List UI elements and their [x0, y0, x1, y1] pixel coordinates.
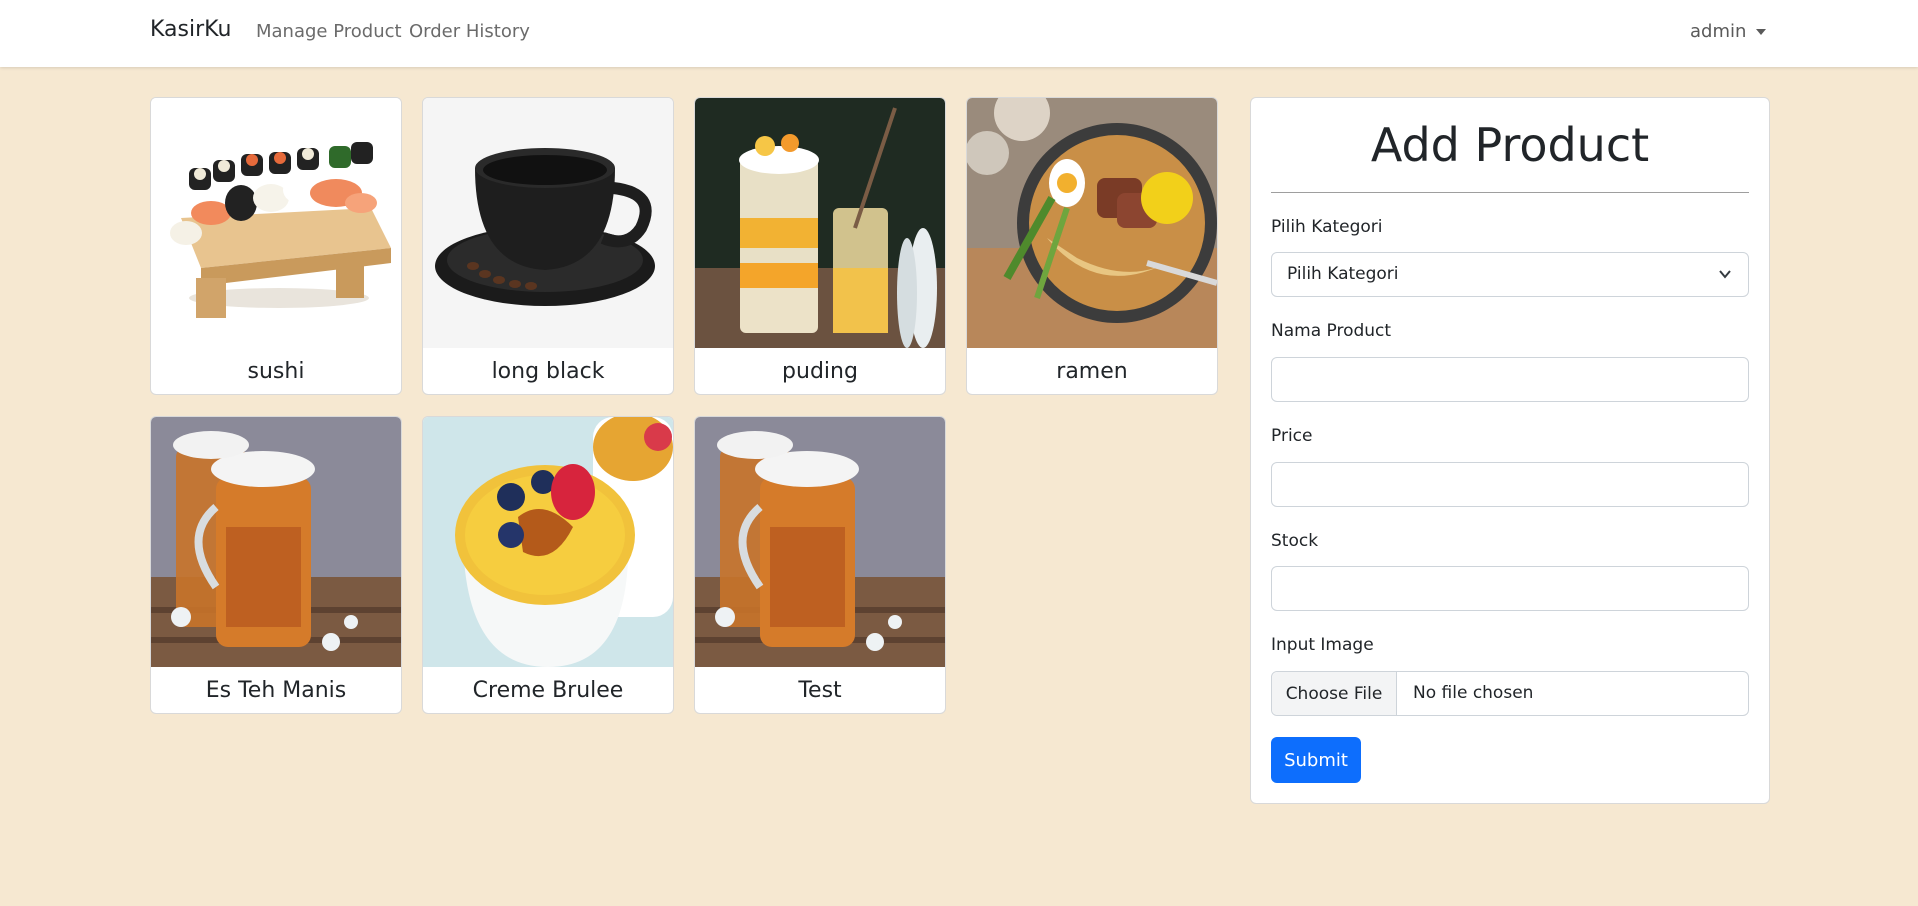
product-name-input[interactable]	[1271, 357, 1749, 402]
ramen-image	[967, 98, 1217, 348]
sushi-image	[151, 98, 401, 348]
nav-order-history[interactable]: Order History	[409, 21, 530, 42]
submit-button[interactable]: Submit	[1271, 737, 1361, 783]
user-dropdown[interactable]: admin	[1690, 21, 1767, 42]
category-selected-value: Pilih Kategori	[1287, 264, 1399, 284]
stock-label: Stock	[1271, 531, 1319, 551]
product-name: ramen	[1056, 358, 1128, 384]
file-status: No file chosen	[1413, 683, 1534, 703]
divider	[1271, 192, 1749, 193]
category-select[interactable]: Pilih Kategori	[1271, 252, 1749, 297]
product-name: sushi	[247, 358, 305, 384]
name-label: Nama Product	[1271, 321, 1392, 341]
price-label: Price	[1271, 426, 1313, 446]
navbar: KasirKu Manage Product Order History adm…	[0, 0, 1918, 67]
iced-tea-image	[151, 417, 401, 667]
creme-brulee-image	[423, 417, 673, 667]
product-name: Es Teh Manis	[205, 677, 347, 703]
product-card-sushi[interactable]: sushi	[150, 97, 402, 395]
category-label: Pilih Kategori	[1271, 217, 1383, 237]
choose-file-button[interactable]: Choose File	[1272, 672, 1397, 715]
chevron-down-icon	[1719, 270, 1731, 279]
nav-manage-product[interactable]: Manage Product	[256, 21, 402, 42]
product-card-puding[interactable]: puding	[694, 97, 946, 395]
image-file-input[interactable]: Choose File No file chosen	[1271, 671, 1749, 716]
brand-logo[interactable]: KasirKu	[150, 17, 231, 42]
add-product-form: Add Product Pilih Kategori Pilih Kategor…	[1250, 97, 1770, 804]
user-name: admin	[1690, 21, 1747, 42]
product-name: long black	[491, 358, 605, 384]
form-title: Add Product	[1370, 118, 1650, 172]
product-card-es-teh-manis[interactable]: Es Teh Manis	[150, 416, 402, 714]
pudding-image	[695, 98, 945, 348]
coffee-cup-image	[423, 98, 673, 348]
product-card-creme-brulee[interactable]: Creme Brulee	[422, 416, 674, 714]
caret-down-icon	[1756, 28, 1767, 35]
product-card-test[interactable]: Test	[694, 416, 946, 714]
product-name: Test	[798, 677, 842, 703]
product-name: puding	[782, 358, 858, 384]
product-card-ramen[interactable]: ramen	[966, 97, 1218, 395]
iced-tea-image	[695, 417, 945, 667]
price-input[interactable]	[1271, 462, 1749, 507]
product-name: Creme Brulee	[472, 677, 624, 703]
image-label: Input Image	[1271, 635, 1374, 655]
product-card-long-black[interactable]: long black	[422, 97, 674, 395]
stock-input[interactable]	[1271, 566, 1749, 611]
